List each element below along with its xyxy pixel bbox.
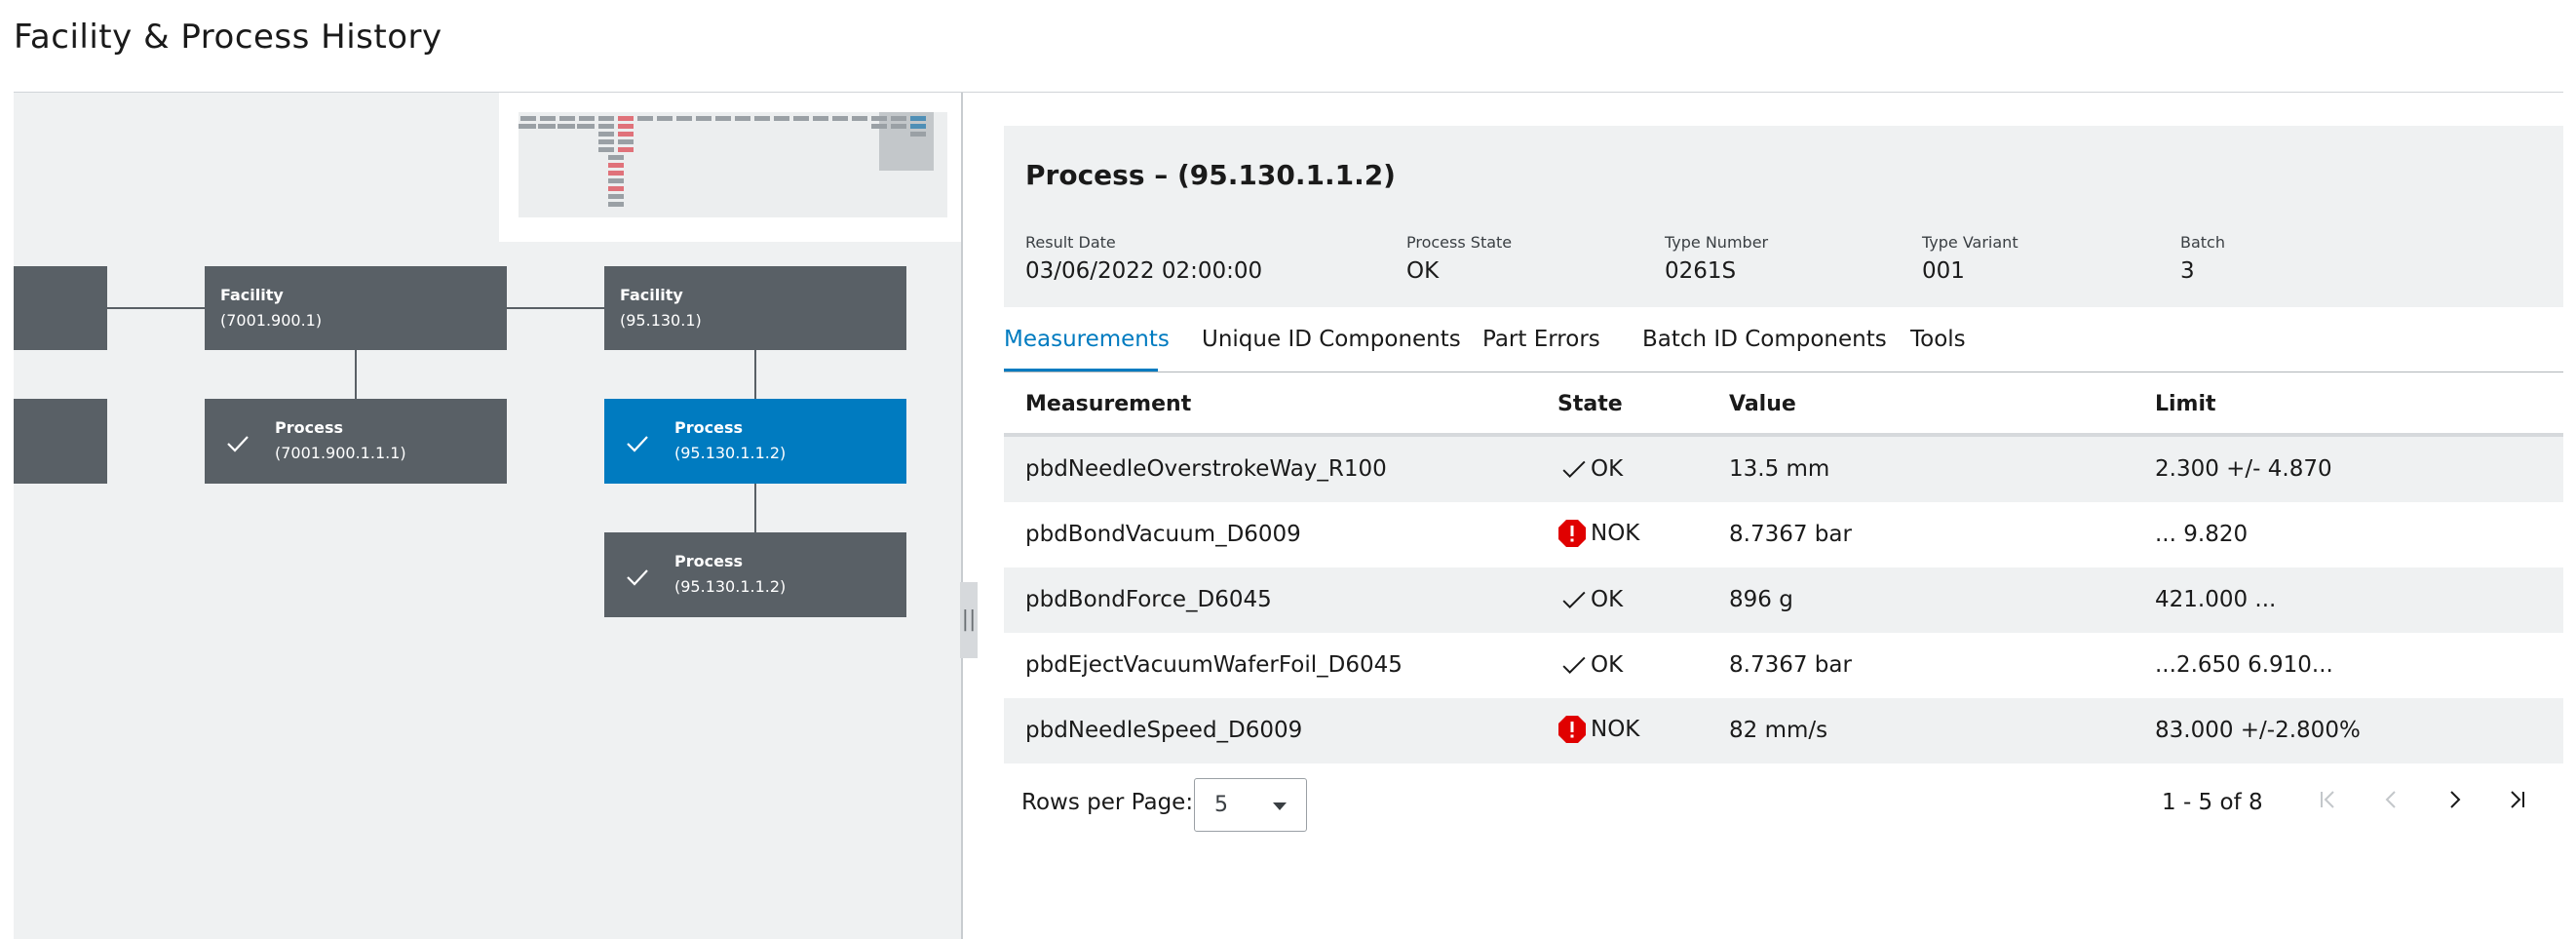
- graph-panel[interactable]: Facility (7001.900.1) Facility (95.130.1…: [14, 93, 961, 939]
- table-header: Measurement State Value Limit: [1004, 372, 2563, 437]
- tab-part-errors[interactable]: Part Errors: [1482, 327, 1600, 352]
- cell-state: OK: [1591, 652, 1624, 678]
- rows-per-page-value: 5: [1214, 793, 1228, 817]
- cell-measurement: pbdBondVacuum_D6009: [1025, 522, 1301, 547]
- rows-per-page-label: Rows per Page:: [1021, 790, 1194, 815]
- node-title: Process: [674, 418, 743, 437]
- cell-value: 8.7367 bar: [1729, 522, 1852, 547]
- cell-state: NOK: [1591, 717, 1640, 742]
- node-title: Facility: [220, 286, 284, 304]
- cell-value: 8.7367 bar: [1729, 652, 1852, 678]
- cell-value: 82 mm/s: [1729, 718, 1828, 743]
- tab-measurements[interactable]: Measurements: [1004, 327, 1170, 352]
- graph-edge: [107, 307, 205, 309]
- first-page-icon[interactable]: [2310, 782, 2345, 817]
- graph-node-facility[interactable]: Facility (7001.900.1): [205, 266, 507, 350]
- node-title: Process: [275, 418, 343, 437]
- graph-node-facility[interactable]: Facility (95.130.1): [604, 266, 906, 350]
- graph-edge: [355, 350, 357, 399]
- node-subtitle: (7001.900.1): [220, 311, 323, 330]
- cell-limit: 83.000 +/-2.800%: [2155, 718, 2361, 743]
- rows-per-page-select[interactable]: 5: [1194, 778, 1307, 832]
- column-header-value[interactable]: Value: [1729, 392, 1796, 416]
- cell-limit: ...2.650 6.910...: [2155, 652, 2333, 678]
- detail-title: Process – (95.130.1.1.2): [1025, 159, 1396, 191]
- field-value-type-variant: 001: [1922, 258, 1965, 284]
- pagination-range: 1 - 5 of 8: [2162, 790, 2263, 815]
- table-row[interactable]: pbdNeedleSpeed_D6009 NOK 82 mm/s 83.000 …: [1004, 698, 2563, 763]
- column-header-state[interactable]: State: [1557, 392, 1623, 416]
- cell-measurement: pbdNeedleSpeed_D6009: [1025, 718, 1303, 743]
- cell-value: 13.5 mm: [1729, 456, 1830, 482]
- cell-measurement: pbdBondForce_D6045: [1025, 587, 1272, 612]
- graph-node-process[interactable]: Process (95.130.1.1.2): [604, 532, 906, 617]
- check-icon: [1562, 591, 1586, 608]
- field-value-process-state: OK: [1406, 258, 1440, 284]
- next-page-icon[interactable]: [2437, 782, 2472, 817]
- tab-unique-id-components[interactable]: Unique ID Components: [1202, 327, 1461, 352]
- table-pagination: Rows per Page: 5 1 - 5 of 8: [1004, 766, 2563, 835]
- splitter-grip-icon[interactable]: ||: [960, 582, 978, 658]
- detail-tabs: Measurements Unique ID Components Part E…: [1004, 317, 2563, 373]
- error-icon: [1558, 716, 1586, 743]
- table-row[interactable]: pbdNeedleOverstrokeWay_R100 OK 13.5 mm 2…: [1004, 437, 2563, 502]
- graph-edge: [507, 307, 604, 309]
- cell-state: OK: [1591, 456, 1624, 482]
- field-value-batch: 3: [2180, 258, 2195, 284]
- graph-node-partial[interactable]: [14, 266, 107, 350]
- cell-limit: ... 9.820: [2155, 522, 2249, 547]
- check-icon: [1562, 656, 1586, 674]
- field-label-batch: Batch: [2180, 233, 2225, 252]
- node-subtitle: (95.130.1.1.2): [674, 444, 787, 462]
- last-page-icon[interactable]: [2500, 782, 2535, 817]
- node-title: Process: [674, 552, 743, 570]
- tab-tools[interactable]: Tools: [1910, 327, 1966, 352]
- cell-value: 896 g: [1729, 587, 1793, 612]
- prev-page-icon[interactable]: [2374, 782, 2409, 817]
- measurements-table: Measurement State Value Limit pbdNeedleO…: [1004, 372, 2563, 763]
- column-header-measurement[interactable]: Measurement: [1025, 392, 1191, 416]
- node-title: Facility: [620, 286, 683, 304]
- table-row[interactable]: pbdBondVacuum_D6009 NOK 8.7367 bar ... 9…: [1004, 502, 2563, 567]
- cell-state: NOK: [1591, 521, 1640, 546]
- field-label-type-number: Type Number: [1665, 233, 1769, 252]
- node-subtitle: (7001.900.1.1.1): [275, 444, 406, 462]
- field-value-result-date: 03/06/2022 02:00:00: [1025, 258, 1263, 284]
- check-icon: [1562, 460, 1586, 478]
- graph-node-process[interactable]: Process (7001.900.1.1.1): [205, 399, 507, 484]
- table-row[interactable]: pbdBondForce_D6045 OK 896 g 421.000 ...: [1004, 567, 2563, 633]
- graph-edge: [754, 350, 756, 399]
- node-subtitle: (95.130.1.1.2): [674, 577, 787, 596]
- check-icon: [227, 436, 249, 452]
- cell-limit: 2.300 +/- 4.870: [2155, 456, 2332, 482]
- minimap-viewport[interactable]: [879, 112, 934, 171]
- graph-edge: [754, 484, 756, 532]
- field-value-type-number: 0261S: [1665, 258, 1737, 284]
- error-icon: [1558, 520, 1586, 547]
- graph-node-process-selected[interactable]: Process (95.130.1.1.2): [604, 399, 906, 484]
- field-label-type-variant: Type Variant: [1922, 233, 2019, 252]
- graph-minimap[interactable]: [499, 93, 961, 242]
- field-label-result-date: Result Date: [1025, 233, 1116, 252]
- column-header-limit[interactable]: Limit: [2155, 392, 2216, 416]
- node-subtitle: (95.130.1): [620, 311, 702, 330]
- table-row[interactable]: pbdEjectVacuumWaferFoil_D6045 OK 8.7367 …: [1004, 633, 2563, 698]
- cell-limit: 421.000 ...: [2155, 587, 2277, 612]
- page-title: Facility & Process History: [14, 18, 442, 57]
- cell-measurement: pbdNeedleOverstrokeWay_R100: [1025, 456, 1387, 482]
- minimap-canvas: [519, 112, 947, 217]
- check-icon: [627, 569, 648, 586]
- field-label-process-state: Process State: [1406, 233, 1513, 252]
- cell-measurement: pbdEjectVacuumWaferFoil_D6045: [1025, 652, 1403, 678]
- cell-state: OK: [1591, 587, 1624, 612]
- panel-splitter[interactable]: [961, 93, 963, 939]
- caret-down-icon: [1273, 802, 1287, 810]
- process-detail-card: Process – (95.130.1.1.2) Result Date 03/…: [1004, 126, 2563, 307]
- check-icon: [627, 436, 648, 452]
- graph-node-partial[interactable]: [14, 399, 107, 484]
- tab-batch-id-components[interactable]: Batch ID Components: [1642, 327, 1887, 352]
